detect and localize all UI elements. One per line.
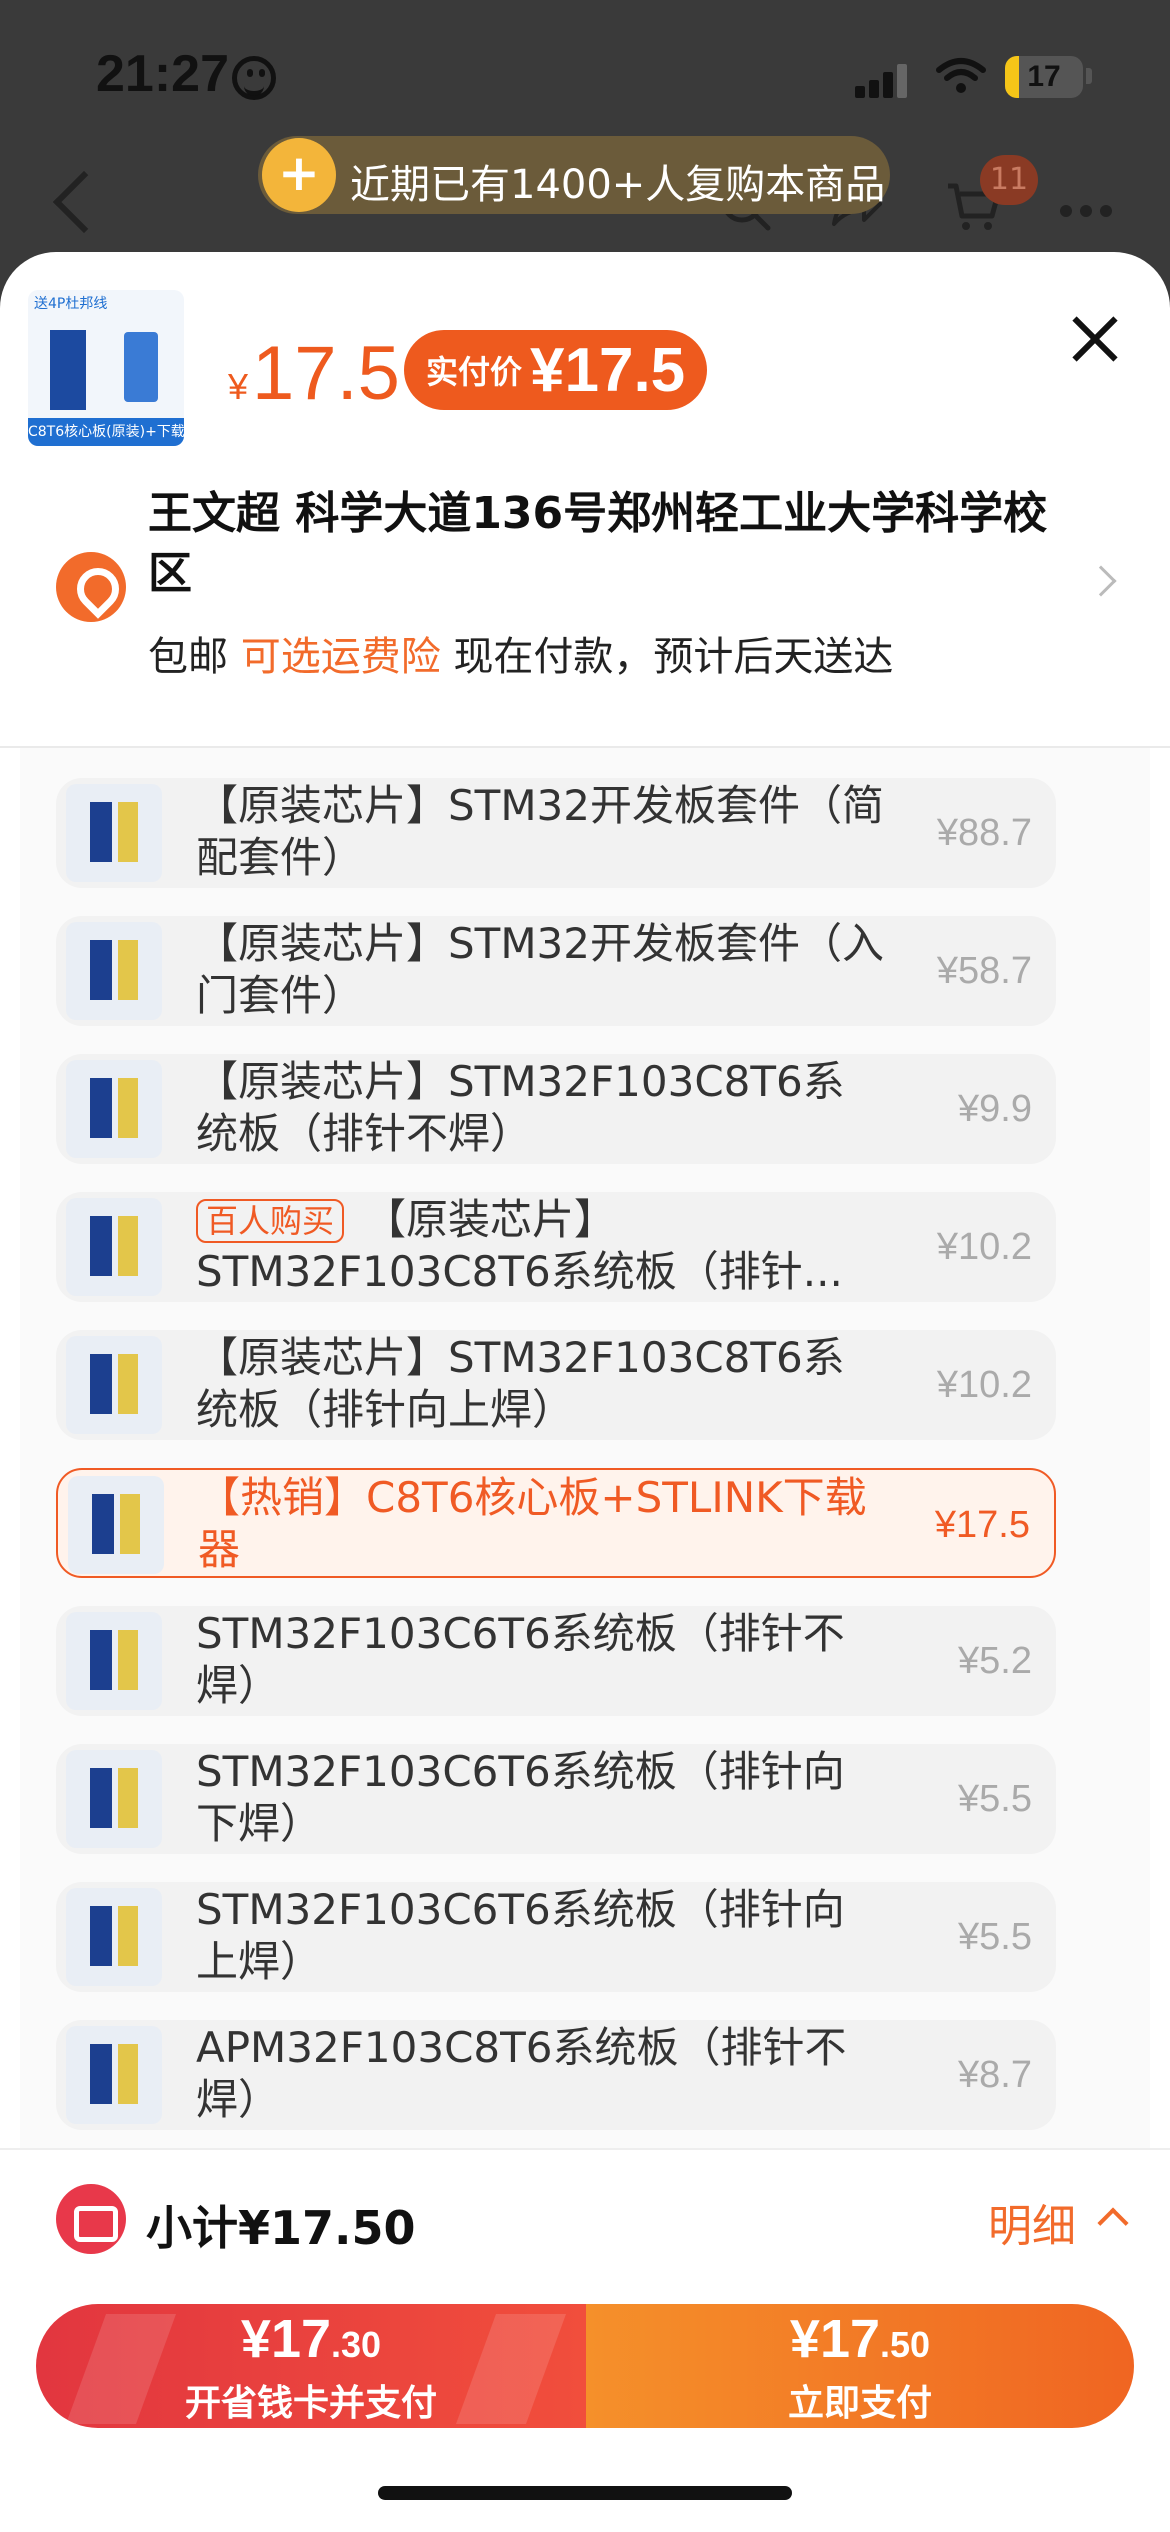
card-pay-amount-main: ¥17 [240,2309,332,2369]
product-thumbnail[interactable]: 送4P杜邦线 C8T6核心板(原装)+下载器 [28,290,184,446]
sku-option-image [66,1060,162,1158]
sku-option-image [66,1336,162,1434]
pay-now-amount-main: ¥17 [789,2309,881,2369]
shipping-info: 包邮 可选运费险 现在付款，预计后天送达 [148,624,893,682]
sku-option-image [66,922,162,1020]
sku-option-image [66,1888,162,1986]
repurchase-banner: 近期已有1400+人复购本商品 [258,136,890,214]
home-indicator [378,2486,792,2500]
sku-option[interactable]: 【原装芯片】STM32开发板套件（简配套件） ¥88.7 [56,778,1056,888]
thumb-caption: C8T6核心板(原装)+下载器 [28,418,184,446]
sku-option-name: STM32F103C6T6系统板（排针向上焊） [196,1885,845,1986]
thumb-stlink-image [124,332,158,402]
price-value: 17.5 [252,331,400,416]
sku-option[interactable]: STM32F103C6T6系统板（排针向上焊） ¥5.5 [56,1882,1056,1992]
smile-icon [232,56,276,100]
thumb-board-image [50,330,86,410]
ship-insurance-link[interactable]: 可选运费险 [241,634,441,680]
battery-level: 17 [1027,60,1061,93]
shopping-bag-icon [262,138,336,212]
more-icon[interactable] [1060,202,1120,221]
card-pay-label: 开省钱卡并支付 [184,2383,437,2424]
popular-badge: 百人购买 [196,1199,345,1243]
sku-option-price: ¥5.2 [958,1640,1032,1682]
sku-option-list: 【原装芯片】STM32开发板套件（简配套件） ¥88.7 【原装芯片】STM32… [20,748,1150,2148]
checkout-bar: 小计¥17.50 明细 ¥17.30 开省钱卡并支付 ¥17.50 立即支付 [0,2148,1170,2532]
sku-option-image [66,2026,162,2124]
pay-now-button[interactable]: ¥17.50 立即支付 [586,2304,1134,2428]
sku-option-name: 百人购买 【原装芯片】STM32F103C8T6系统板（排针... [196,1194,886,1298]
pay-now-amount: ¥17.50 [586,2308,1134,2370]
sku-option-name: 【原装芯片】STM32F103C8T6系统板（排针不焊） [196,1057,845,1158]
sku-option-price: ¥10.2 [936,1226,1032,1268]
sku-option-image [66,1198,162,1296]
location-icon [56,552,126,622]
cart-count-badge: 11 [980,155,1038,205]
back-icon[interactable] [52,170,116,234]
sku-option-name: 【热销】C8T6核心板+STLINK下载器 [198,1473,867,1574]
chevron-right-icon[interactable] [1085,565,1117,597]
actual-price-label: 实付价 [426,353,523,391]
sku-option-name: 【原装芯片】STM32开发板套件（入门套件） [196,919,884,1020]
wifi-icon [936,58,986,93]
pay-now-label: 立即支付 [787,2383,932,2424]
detail-link[interactable]: 明细 [988,2190,1076,2254]
sku-option-image [66,1750,162,1848]
sku-option[interactable]: 【原装芯片】STM32F103C8T6系统板（排针不焊） ¥9.9 [56,1054,1056,1164]
sku-option-image [66,784,162,882]
sku-option[interactable]: STM32F103C6T6系统板（排针不焊） ¥5.2 [56,1606,1056,1716]
ship-free: 包邮 [148,634,228,680]
sku-option-name: STM32F103C6T6系统板（排针不焊） [196,1609,845,1710]
sku-option-image [66,1612,162,1710]
subtotal: 小计¥17.50 [146,2201,416,2255]
sku-option-name: 【原装芯片】STM32开发板套件（简配套件） [196,781,884,882]
sku-option-price: ¥8.7 [958,2054,1032,2096]
battery-tip [1086,68,1092,84]
sku-option-price: ¥5.5 [958,1916,1032,1958]
card-pay-amount-dec: .30 [331,2324,382,2365]
sku-option-price: ¥5.5 [958,1778,1032,1820]
signal-icon [855,62,911,98]
card-pay-button[interactable]: ¥17.30 开省钱卡并支付 [36,2304,586,2428]
ship-eta: 现在付款，预计后天送达 [453,634,894,680]
actual-price-value: ¥17.5 [530,335,686,405]
status-bar: 21:27 17 [0,0,1170,150]
status-time: 21:27 [96,45,229,103]
actual-price-pill: 实付价 ¥17.5 [404,330,708,410]
battery-icon: 17 [1005,56,1083,98]
sku-option[interactable]: 百人购买 【原装芯片】STM32F103C8T6系统板（排针... ¥10.2 [56,1192,1056,1302]
currency-symbol: ¥ [228,366,249,407]
sku-option-image [68,1476,164,1574]
page: 21:27 17 11 近期已有1 [0,0,1170,2532]
card-pay-amount: ¥17.30 [36,2308,586,2370]
close-icon[interactable] [1070,314,1120,364]
sku-option-price: ¥58.7 [936,950,1032,992]
coupon-icon [56,2184,126,2254]
sku-option-price: ¥17.5 [934,1504,1030,1546]
repurchase-text: 近期已有1400+人复购本商品 [350,162,886,208]
sku-option-name: 【原装芯片】STM32F103C8T6系统板（排针向上焊） [196,1333,845,1434]
pay-now-amount-dec: .50 [880,2324,931,2365]
sku-option-selected[interactable]: 【热销】C8T6核心板+STLINK下载器 ¥17.5 [56,1468,1056,1578]
sku-option-name: APM32F103C8T6系统板（排针不焊） [196,2023,847,2124]
sku-option[interactable]: 【原装芯片】STM32开发板套件（入门套件） ¥58.7 [56,916,1056,1026]
sku-option-price: ¥9.9 [958,1088,1032,1130]
thumb-tag: 送4P杜邦线 [34,296,108,312]
product-price: ¥17.5 [228,330,400,417]
sku-option[interactable]: STM32F103C6T6系统板（排针向下焊） ¥5.5 [56,1744,1056,1854]
sku-option[interactable]: APM32F103C8T6系统板（排针不焊） ¥8.7 [56,2020,1056,2130]
chevron-up-icon[interactable] [1097,2207,1129,2239]
sku-option-price: ¥10.2 [936,1364,1032,1406]
shipping-address[interactable]: 王文超 科学大道136号郑州轻工业大学科学校区 [148,484,1048,604]
sku-option-price: ¥88.7 [936,812,1032,854]
pay-buttons: ¥17.30 开省钱卡并支付 ¥17.50 立即支付 [36,2304,1134,2428]
sku-option-name: STM32F103C6T6系统板（排针向下焊） [196,1747,845,1848]
sku-option[interactable]: 【原装芯片】STM32F103C8T6系统板（排针向上焊） ¥10.2 [56,1330,1056,1440]
